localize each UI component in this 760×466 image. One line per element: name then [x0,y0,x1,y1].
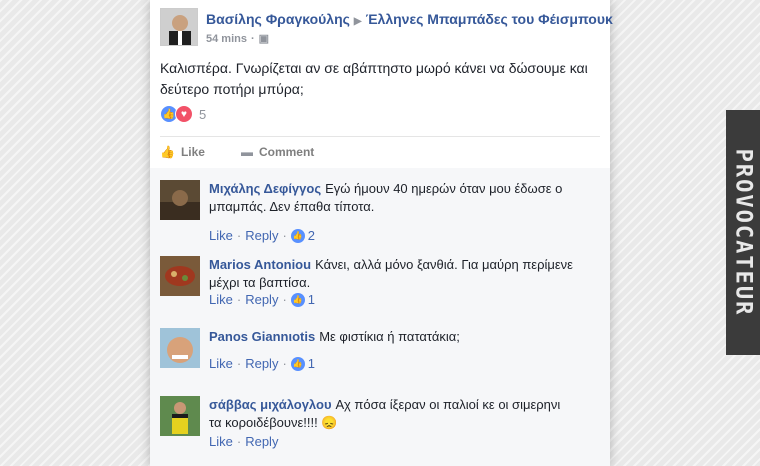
comment-like-link[interactable]: Like [209,228,233,243]
separator-dot: · [236,434,242,449]
audience-icon[interactable]: ▣ [259,33,269,45]
commenter-avatar[interactable] [160,180,200,220]
comment-text: μπαμπάς. Δεν έπαθα τίποτα. [209,199,375,214]
header-line: Βασίλης Φραγκούλης ▶ Έλληνες Μπαμπάδες του… [206,11,613,27]
commenter-photo [160,396,200,436]
comment-text: Εγώ ήμουν 40 ημερών όταν μου έδωσε ο [325,181,563,196]
commenter-avatar[interactable] [160,256,200,296]
like-count-icon: 👍 [290,228,305,243]
commenter-photo [160,180,200,220]
comment-body: σάββας μιχάλογλου Αχ πόσα ίξεραν οι παλιο… [209,396,599,432]
comment-like-count[interactable]: 1 [308,356,315,371]
meta-separator: · [250,33,255,45]
speech-bubble-icon: ▬ [240,145,253,159]
commenter-photo [160,328,200,368]
commenter-avatar[interactable] [160,396,200,436]
commenter-name[interactable]: Μιχάλης Δεφίγγος [209,181,321,196]
comment-like-count[interactable]: 1 [308,292,315,307]
comment-text: Κάνει, αλλά μόνο ξανθιά. Για μαύρη περίμ… [315,257,573,272]
watermark-text: PROVOCATEUR [730,148,756,317]
watermark-logo: PROVOCATEUR [726,110,760,355]
comment-text: τα κοροιδέβουνε!!!! 😞 [209,415,338,430]
like-count-icon: 👍 [290,356,305,371]
comment-body: Marios Antoniou Κάνει, αλλά μόνο ξανθιά. … [209,256,599,292]
comment-body: Panos Giannιotis Με φιστίκια ή πατατάκια; [209,328,599,346]
comment-text: Αχ πόσα ίξεραν οι παλιοί κε οι σιμερηνι [335,397,561,412]
post-text: Καλισπέρα. Γνωρίζεται αν σε αβάπτηστο μω… [160,58,600,100]
comment-reply-link[interactable]: Reply [245,228,278,243]
post-text-line: δεύτερο ποτήρι μπύρα; [160,81,304,97]
post-author-link[interactable]: Βασίλης Φραγκούλης [206,11,350,27]
comment-like-count[interactable]: 2 [308,228,315,243]
author-avatar[interactable] [160,8,198,46]
comments-section: Μιχάλης Δεφίγγος Εγώ ήμουν 40 ημερών όταν… [150,168,610,466]
comment-text: μέχρι τα βαπτίσα. [209,275,311,290]
thumbs-up-icon: 👍 [160,145,175,159]
author-photo [161,9,197,45]
commenter-photo [160,256,200,296]
comment-body: Μιχάλης Δεφίγγος Εγώ ήμουν 40 ημερών όταν… [209,180,599,216]
separator-dot: · [282,356,287,371]
reaction-count[interactable]: 5 [199,107,206,122]
post-text-line: Καλισπέρα. Γνωρίζεται αν σε αβάπτηστο μω… [160,60,588,76]
separator-dot: · [236,292,242,307]
separator-dot: · [236,228,242,243]
comment-actions: Like · Reply · 👍 1 [209,356,315,371]
like-button[interactable]: 👍 Like [160,145,205,159]
post-actions: 👍 Like ▬ Comment [160,142,350,162]
post-timestamp[interactable]: 54 mins [206,33,247,45]
comment-actions: Like · Reply [209,434,278,449]
facebook-post-card: Βασίλης Φραγκούλης ▶ Έλληνες Μπαμπάδες του… [150,0,613,466]
separator-dot: · [282,228,287,243]
commenter-name[interactable]: Marios Antoniou [209,257,311,272]
post-meta: 54 mins · ▣ [206,32,269,45]
comment-reply-link[interactable]: Reply [245,434,278,449]
comment-actions: Like · Reply · 👍 2 [209,228,315,243]
comment-button-label: Comment [258,145,315,159]
comment-like-link[interactable]: Like [209,292,233,307]
commenter-avatar[interactable] [160,328,200,368]
commenter-name[interactable]: σάββας μιχάλογλου [209,397,332,412]
comment-text: Με φιστίκια ή πατατάκια; [319,329,460,344]
divider [160,136,600,137]
like-count-icon: 👍 [290,292,305,307]
comment-like-link[interactable]: Like [209,434,233,449]
triangle-right-icon: ▶ [353,16,362,27]
group-link[interactable]: Έλληνες Μπαμπάδες του Φέισμπουκ [366,11,613,27]
commenter-name[interactable]: Panos Giannιotis [209,329,315,344]
post-header: Βασίλης Φραγκούλης ▶ Έλληνες Μπαμπάδες του… [160,8,613,48]
love-reaction-icon: ♥ [175,105,193,123]
comment-actions: Like · Reply · 👍 1 [209,292,315,307]
separator-dot: · [282,292,287,307]
comment-reply-link[interactable]: Reply [245,292,278,307]
comment-reply-link[interactable]: Reply [245,356,278,371]
separator-dot: · [236,356,242,371]
reactions-summary[interactable]: 👍 ♥ 5 [160,104,206,124]
comment-button[interactable]: ▬ Comment [241,145,314,159]
like-button-label: Like [180,145,205,159]
comment-like-link[interactable]: Like [209,356,233,371]
